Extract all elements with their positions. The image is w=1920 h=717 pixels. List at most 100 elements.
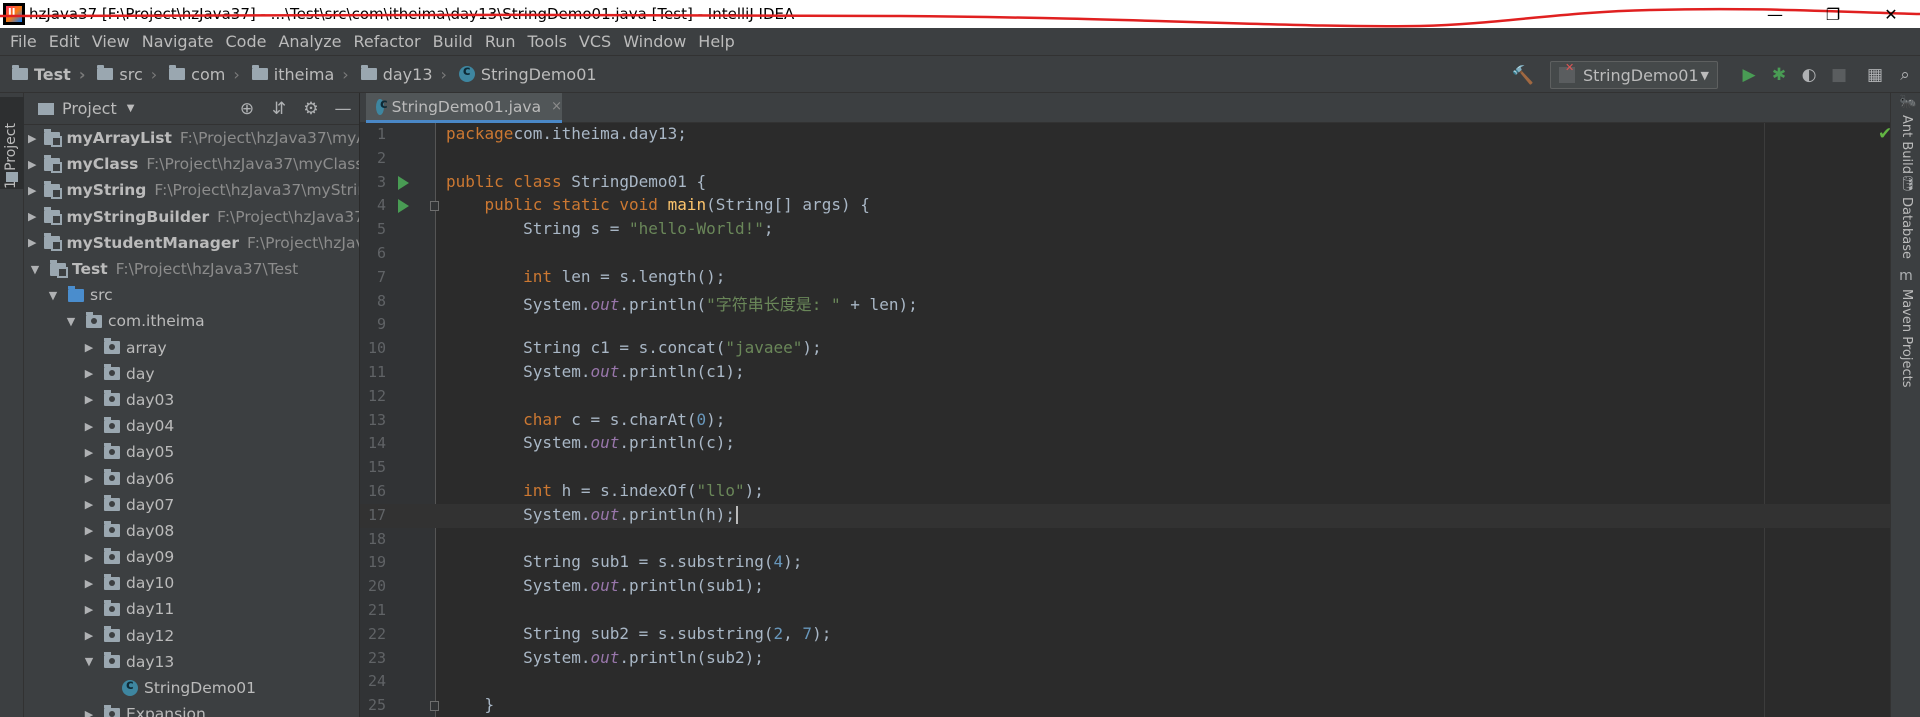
expanded-arrow-icon[interactable]: ▼	[28, 263, 42, 276]
run-configuration-select[interactable]: StringDemo01 ▼	[1550, 61, 1718, 89]
menu-run[interactable]: Run	[479, 32, 522, 51]
chevron-down-icon: ▼	[1700, 68, 1709, 82]
coverage-icon[interactable]: ◐	[1794, 60, 1824, 90]
code-editor[interactable]: 1 packagecom.itheima.day13; 2 3 public class…	[360, 123, 1890, 717]
tool-tab-database[interactable]: 🛢 Database	[1895, 177, 1917, 259]
tree-item[interactable]: ▶ day03	[24, 387, 359, 413]
tree-item[interactable]: ▶ Expansion	[24, 701, 359, 717]
menu-analyze[interactable]: Analyze	[272, 32, 347, 51]
run-config-icon	[1559, 61, 1575, 83]
tree-item[interactable]: ▶ array	[24, 335, 359, 361]
tree-item[interactable]: ▶ day07	[24, 492, 359, 518]
menu-tools[interactable]: Tools	[522, 32, 573, 51]
project-tool-tab[interactable]: 1: Project	[0, 97, 24, 189]
breadcrumb-item-com[interactable]: com ›	[169, 65, 240, 84]
collapsed-arrow-icon[interactable]: ▶	[28, 210, 36, 223]
breadcrumb-item-stringdemo01[interactable]: StringDemo01	[458, 64, 597, 84]
tree-item[interactable]: ▶ day04	[24, 413, 359, 439]
code-text: String c1 = s.concat("javaee");	[446, 338, 822, 357]
minimize-button[interactable]: —	[1746, 0, 1804, 28]
fold-icon[interactable]	[430, 701, 439, 712]
tree-item[interactable]: ▶ myArrayList F:\Project\hzJava37\myArrayL…	[24, 125, 359, 151]
expanded-arrow-icon[interactable]: ▼	[46, 289, 60, 302]
tab-stringdemo01[interactable]: StringDemo01.java ×	[366, 93, 562, 123]
fold-icon[interactable]	[430, 201, 439, 212]
stop-icon[interactable]: ■	[1824, 60, 1854, 90]
collapsed-arrow-icon[interactable]: ▶	[82, 341, 96, 354]
chevron-down-icon[interactable]: ▼	[127, 103, 135, 114]
expanded-arrow-icon[interactable]: ▼	[64, 315, 78, 328]
breadcrumb-item-day13[interactable]: day13 ›	[360, 65, 447, 84]
code-line: 14 System.out.println(c);	[360, 432, 1890, 456]
breadcrumb-item-test[interactable]: Test ›	[12, 65, 85, 84]
tree-item[interactable]: ▼ day13	[24, 649, 359, 675]
close-tab-icon[interactable]: ×	[551, 99, 562, 114]
menu-build[interactable]: Build	[427, 32, 479, 51]
menu-navigate[interactable]: Navigate	[136, 32, 220, 51]
collapsed-arrow-icon[interactable]: ▶	[82, 472, 96, 485]
collapsed-arrow-icon[interactable]: ▶	[28, 132, 36, 145]
collapsed-arrow-icon[interactable]: ▶	[82, 446, 96, 459]
run-gutter-icon[interactable]	[398, 175, 409, 190]
menu-code[interactable]: Code	[220, 32, 273, 51]
menu-view[interactable]: View	[86, 32, 136, 51]
tree-item[interactable]: ▼ Test F:\Project\hzJava37\Test	[24, 256, 359, 282]
debug-icon[interactable]: ✱	[1764, 60, 1794, 90]
menu-help[interactable]: Help	[692, 32, 740, 51]
collapsed-arrow-icon[interactable]: ▶	[82, 551, 96, 564]
collapsed-arrow-icon[interactable]: ▶	[28, 184, 36, 197]
run-gutter-icon[interactable]	[398, 199, 409, 214]
tree-item[interactable]: ▶ myStudentManager F:\Project\hzJava37\myS…	[24, 230, 359, 256]
code-token: public class	[446, 171, 572, 191]
tool-tab-maven-projects[interactable]: m Maven Projects	[1895, 269, 1917, 388]
collapse-icon[interactable]: ⇵	[263, 93, 295, 125]
menu-window[interactable]: Window	[617, 32, 692, 51]
locate-icon[interactable]: ⊕	[231, 93, 263, 125]
code-token: int	[523, 481, 562, 500]
breadcrumb-item-itheima[interactable]: itheima ›	[251, 65, 349, 84]
collapsed-arrow-icon[interactable]: ▶	[82, 603, 96, 616]
menu-refactor[interactable]: Refactor	[348, 32, 427, 51]
tree-item[interactable]: ▶ day11	[24, 596, 359, 622]
tree-item[interactable]: ▶StringDemo01	[24, 675, 359, 701]
collapsed-arrow-icon[interactable]: ▶	[82, 524, 96, 537]
breadcrumb-item-src[interactable]: src ›	[97, 65, 157, 84]
collapsed-arrow-icon[interactable]: ▶	[82, 367, 96, 380]
menu-file[interactable]: File	[4, 32, 43, 51]
tree-item[interactable]: ▶ day	[24, 361, 359, 387]
tree-item[interactable]: ▶ myString F:\Project\hzJava37\myString	[24, 177, 359, 203]
maximize-button[interactable]: ❐	[1804, 0, 1862, 28]
tree-item[interactable]: ▶ myClass F:\Project\hzJava37\myClass	[24, 151, 359, 177]
tree-item[interactable]: ▼ com.itheima	[24, 308, 359, 334]
breadcrumb-label: src	[119, 64, 143, 84]
tree-item[interactable]: ▶ day10	[24, 570, 359, 596]
breadcrumb-separator: ›	[78, 64, 86, 84]
project-view-selector[interactable]: Project	[62, 99, 117, 118]
menu-edit[interactable]: Edit	[43, 32, 86, 51]
tree-item[interactable]: ▶ day05	[24, 439, 359, 465]
expanded-arrow-icon[interactable]: ▼	[82, 655, 96, 668]
tree-item[interactable]: ▶ day12	[24, 623, 359, 649]
collapsed-arrow-icon[interactable]: ▶	[28, 236, 36, 249]
tree-item[interactable]: ▼ src	[24, 282, 359, 308]
hammer-icon[interactable]: 🔨	[1512, 64, 1534, 86]
collapsed-arrow-icon[interactable]: ▶	[82, 708, 96, 717]
tree-item[interactable]: ▶ myStringBuilder F:\Project\hzJava37\mySt…	[24, 204, 359, 230]
collapsed-arrow-icon[interactable]: ▶	[82, 420, 96, 433]
menu-vcs[interactable]: VCS	[573, 32, 617, 51]
tool-tab-ant-build[interactable]: 🐜 Ant Build	[1895, 95, 1917, 174]
collapsed-arrow-icon[interactable]: ▶	[82, 577, 96, 590]
search-icon[interactable]: ⌕	[1890, 60, 1920, 90]
collapsed-arrow-icon[interactable]: ▶	[28, 158, 36, 171]
tree-item[interactable]: ▶ day09	[24, 544, 359, 570]
gear-icon[interactable]: ⚙	[295, 93, 327, 125]
project-structure-icon[interactable]: ▦	[1860, 60, 1890, 90]
close-button[interactable]: ✕	[1862, 0, 1920, 28]
collapsed-arrow-icon[interactable]: ▶	[82, 498, 96, 511]
collapsed-arrow-icon[interactable]: ▶	[82, 393, 96, 406]
collapsed-arrow-icon[interactable]: ▶	[82, 629, 96, 642]
hide-icon[interactable]: —	[327, 93, 359, 125]
tree-item[interactable]: ▶ day08	[24, 518, 359, 544]
run-icon[interactable]: ▶	[1734, 60, 1764, 90]
tree-item[interactable]: ▶ day06	[24, 465, 359, 491]
